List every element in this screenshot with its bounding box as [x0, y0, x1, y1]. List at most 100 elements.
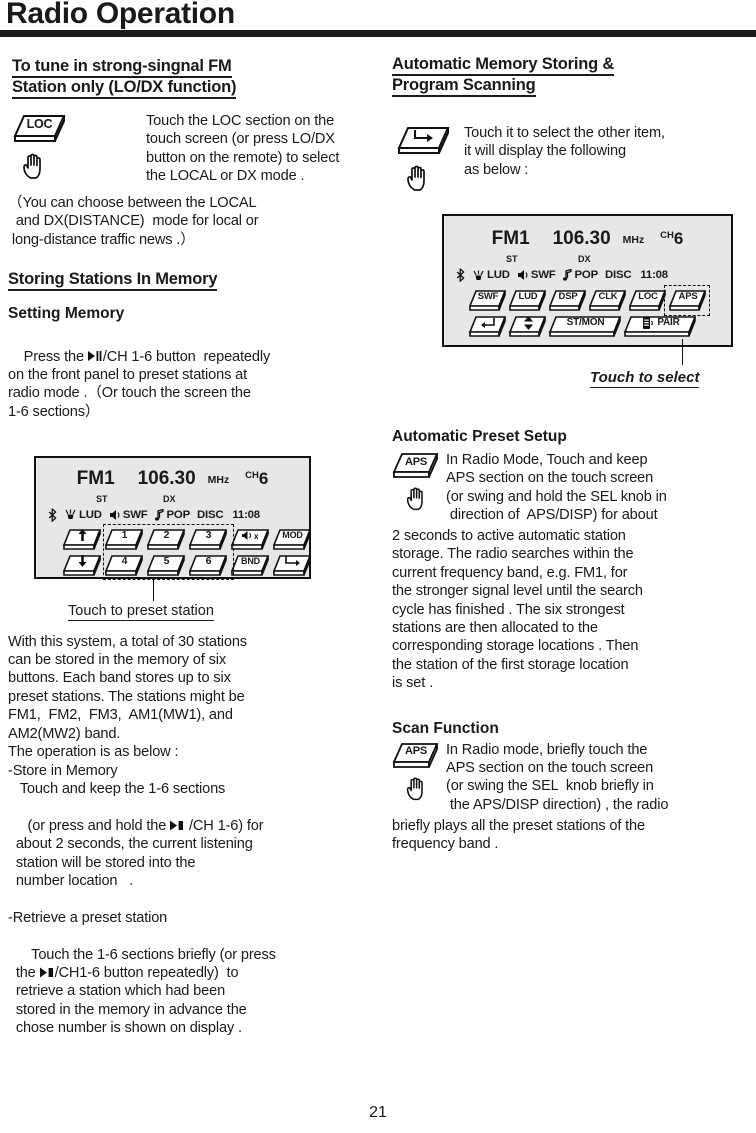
display1-key-next[interactable]: [272, 553, 313, 578]
display2-key-clk[interactable]: CLK: [588, 288, 628, 313]
display2-key-stmon[interactable]: ST/MON: [548, 314, 623, 339]
auto-memory-icon-block: Touch it to select the other item, it wi…: [392, 124, 752, 206]
radio-display-panel-2: FM1 106.30 MHz CH6 ST DX LUD SWF POP DIS…: [442, 214, 733, 347]
display2-swf-label: SWF: [530, 269, 556, 281]
section-lodx: To tune in strong-singnal FM Station onl…: [8, 48, 376, 200]
aps-button-icon[interactable]: APS: [392, 451, 440, 480]
display1-indicator-row: LUD SWF POP DISC 11:08: [48, 507, 297, 522]
pointing-hand-icon: [406, 777, 423, 800]
music-note-icon: [562, 269, 572, 281]
display2-stereo-indicator: ST: [506, 254, 518, 264]
display1-key-6[interactable]: 6: [188, 553, 229, 578]
next-key-icon-column: [396, 124, 452, 194]
setting-memory-paragraph: Press the /CH 1-6 button repeatedly on t…: [8, 329, 376, 439]
section-auto-memory-heading: Automatic Memory Storing & Program Scann…: [392, 54, 752, 97]
auto-preset-setup-heading: Automatic Preset Setup: [392, 428, 567, 445]
play-pause-icon: [87, 350, 102, 361]
display2-key-dsp[interactable]: DSP: [548, 288, 588, 313]
store-line-pre: (or press and hold the: [23, 817, 171, 834]
bluetooth-icon: [48, 507, 57, 522]
display2-key-pair[interactable]: PAIR: [623, 314, 698, 339]
speaker-icon: [517, 270, 528, 280]
setting-memory-subheading: Setting Memory: [8, 305, 125, 323]
display2-caption-block: Touch to select: [392, 339, 752, 393]
scan-function-heading: Scan Function: [392, 719, 499, 737]
display2-clock-label: 11:08: [640, 269, 668, 281]
pointing-hand-icon: [407, 165, 425, 191]
section-lodx-heading-line1: To tune in strong-singnal FM: [12, 57, 232, 78]
display1-key-5[interactable]: 5: [146, 553, 187, 578]
display2-caption-text: Touch to select: [590, 369, 700, 388]
display2-key-aps[interactable]: APS: [668, 288, 708, 313]
display1-key-3[interactable]: 3: [188, 527, 229, 552]
display2-caption: Touch to select: [590, 369, 700, 388]
display2-key-row-2: ST/MON PAIR: [468, 314, 719, 339]
loudness-icon: [65, 509, 76, 520]
display1-key-row-2: 4 5 6 BND: [62, 553, 312, 578]
display2-key-enter[interactable]: [468, 314, 508, 339]
auto-memory-heading-line2: Program Scanning: [392, 76, 536, 97]
auto-memory-paragraph: Touch it to select the other item, it wi…: [464, 125, 665, 178]
display1-band: FM1: [76, 467, 115, 489]
display2-key-lud[interactable]: LUD: [508, 288, 548, 313]
display1-clock-label: 11:08: [232, 508, 260, 521]
display1-key-mod[interactable]: MOD: [272, 527, 313, 552]
display2-key-loc[interactable]: LOC: [628, 288, 668, 313]
display1-top-row: FM1 106.30 MHz CH6: [48, 468, 297, 494]
display2-key-row-1: SWF LUD DSP CLK LOC APS: [468, 288, 719, 313]
display1-swf-label: SWF: [122, 508, 148, 521]
aps-key-icon-column-1: APS: [392, 451, 448, 513]
page-title: Radio Operation: [6, 0, 235, 30]
display2-top-row: FM1 106.30 MHz CH6: [456, 228, 719, 254]
retrieve-heading: -Retrieve a preset station: [8, 909, 168, 926]
display1-pop-label: POP: [166, 508, 191, 521]
display1-key-grid: 1 2 3 x MOD 4 5 6 BND: [62, 523, 312, 580]
left-column: To tune in strong-singnal FM Station onl…: [8, 48, 376, 1056]
loc-button-icon[interactable]: LOC: [12, 112, 67, 145]
page-number: 21: [369, 1104, 387, 1121]
loc-key-icon-column: LOC: [12, 112, 68, 182]
display1-key-up[interactable]: [62, 527, 103, 552]
right-column: Automatic Memory Storing & Program Scann…: [392, 48, 752, 853]
display1-disc-label: DISC: [197, 508, 224, 521]
display2-indicator-row: LUD SWF POP DISC 11:08: [456, 268, 719, 282]
store-in-memory-paragraph: (or press and hold the /CH 1-6) for abou…: [8, 798, 376, 908]
retrieve-paragraph: Touch the 1-6 sections briefly (or press…: [8, 927, 376, 1056]
display1-leader-line: [153, 578, 154, 601]
pointing-hand-icon: [406, 487, 423, 511]
next-page-button-icon[interactable]: [396, 124, 451, 157]
display1-lud-label: LUD: [79, 508, 102, 521]
display2-key-swf[interactable]: SWF: [468, 288, 508, 313]
display1-key-row-1: 1 2 3 x MOD: [62, 527, 312, 552]
display1-status-row: ST DX: [48, 494, 297, 507]
pointing-hand-icon: [23, 153, 41, 179]
loudness-icon: [473, 270, 484, 280]
display1-stereo-indicator: ST: [96, 493, 108, 504]
display1-caption: Touch to preset station: [68, 602, 214, 621]
display2-key-updown[interactable]: [508, 314, 548, 339]
display1-key-down[interactable]: [62, 553, 103, 578]
header-divider: [0, 30, 756, 37]
display1-key-2[interactable]: 2: [146, 527, 187, 552]
scan-function-indent-paragraph: In Radio mode, briefly touch the APS sec…: [446, 741, 669, 813]
display2-disc-label: DISC: [605, 269, 632, 281]
music-note-icon: [154, 508, 164, 521]
display2-pop-label: POP: [574, 269, 599, 281]
display1-key-mute[interactable]: x: [230, 527, 271, 552]
display2-lud-label: LUD: [487, 269, 510, 281]
section-lodx-heading: To tune in strong-singnal FM Station onl…: [12, 56, 236, 99]
aps-button-icon[interactable]: APS: [392, 741, 440, 770]
display1-frequency: 106.30: [137, 467, 196, 489]
display1-key-4[interactable]: 4: [104, 553, 145, 578]
memory-description-paragraph: With this system, a total of 30 stations…: [8, 633, 247, 797]
display2-ch-number: 6: [673, 229, 684, 248]
display1-ch-label: CH: [245, 469, 259, 481]
page-header: Radio Operation: [0, 0, 756, 40]
display2-unit: MHz: [622, 234, 645, 246]
section-lodx-note: （You can choose between the LOCAL and DX…: [8, 195, 259, 248]
display1-key-bnd[interactable]: BND: [230, 553, 271, 578]
display2-key-grid: SWF LUD DSP CLK LOC APS ST/MON PAIR: [468, 285, 719, 339]
display1-key-1[interactable]: 1: [104, 527, 145, 552]
display2-band: FM1: [491, 228, 530, 249]
section-lodx-heading-line2: Station only (LO/DX function): [12, 78, 236, 99]
